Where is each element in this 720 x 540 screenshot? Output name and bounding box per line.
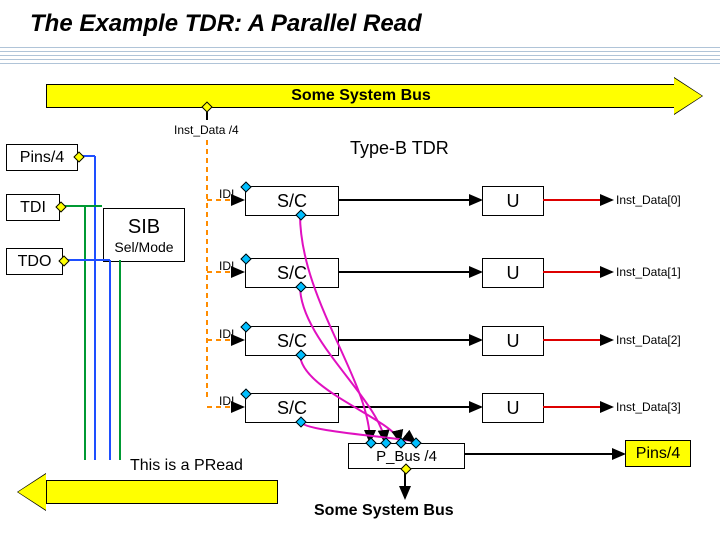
inst-data-2: Inst_Data[2] — [616, 333, 681, 347]
u-box-1: U — [482, 258, 544, 288]
pread-label: This is a PRead — [130, 457, 243, 475]
sib-box: SIB Sel/Mode — [103, 208, 185, 262]
u-box-2: U — [482, 326, 544, 356]
page-title: The Example TDR: A Parallel Read — [30, 10, 422, 38]
top-bus-arrowhead — [674, 78, 702, 114]
sel-mode-label: Sel/Mode — [114, 240, 173, 254]
pins-right-box: Pins/4 — [625, 440, 691, 467]
sc-box-3: S/C — [245, 393, 339, 423]
sc-box-0: S/C — [245, 186, 339, 216]
inst-data-1: Inst_Data[1] — [616, 265, 681, 279]
idi-label-0: IDI — [219, 187, 234, 201]
bottom-left-arrowhead — [18, 474, 46, 510]
idi-label-2: IDI — [219, 327, 234, 341]
tdo-box: TDO — [6, 248, 63, 275]
bottom-bus-label: Some System Bus — [314, 502, 454, 520]
inst-data-3: Inst_Data[3] — [616, 400, 681, 414]
sc-box-2: S/C — [245, 326, 339, 356]
top-bus-arrow: Some System Bus — [46, 84, 676, 108]
header-rules — [0, 44, 720, 67]
inst-data-bus-label: Inst_Data /4 — [174, 123, 239, 137]
idi-label-1: IDI — [219, 259, 234, 273]
sib-label: SIB — [128, 217, 160, 237]
type-label: Type-B TDR — [350, 138, 449, 159]
u-box-0: U — [482, 186, 544, 216]
u-box-3: U — [482, 393, 544, 423]
idi-label-3: IDI — [219, 394, 234, 408]
tdi-box: TDI — [6, 194, 60, 221]
inst-data-0: Inst_Data[0] — [616, 193, 681, 207]
bottom-left-arrow — [46, 480, 278, 504]
top-bus-label: Some System Bus — [291, 87, 431, 105]
pins-left-box: Pins/4 — [6, 144, 78, 171]
sc-box-1: S/C — [245, 258, 339, 288]
